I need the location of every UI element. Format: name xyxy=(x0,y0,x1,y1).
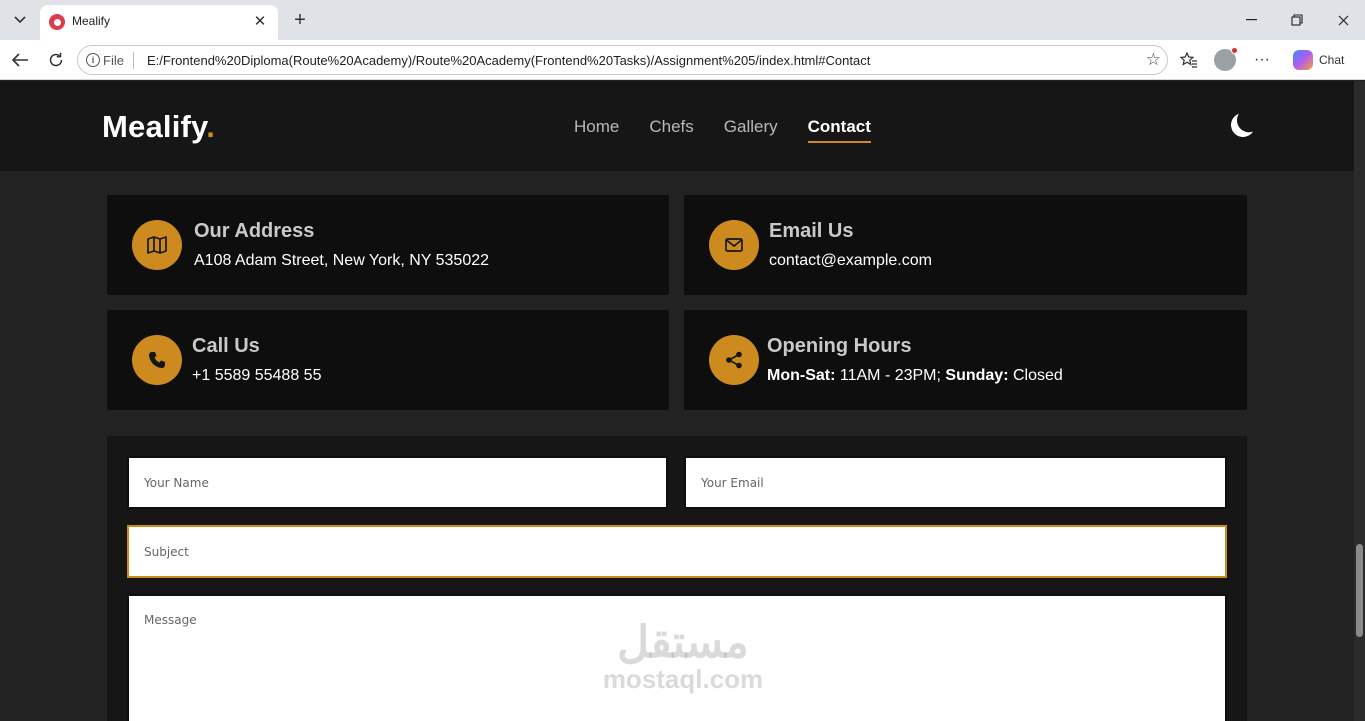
site-header: Mealify. Home Chefs Gallery Contact xyxy=(0,81,1354,171)
browser-tab-bar: Mealify ✕ + xyxy=(0,0,1365,40)
sunday-label: Sunday: xyxy=(945,367,1009,384)
call-card: Call Us +1 5589 55488 55 xyxy=(107,310,669,410)
nav-link-chefs[interactable]: Chefs xyxy=(649,117,693,143)
address-prefix: File xyxy=(103,53,124,68)
site-logo[interactable]: Mealify. xyxy=(102,109,215,145)
map-icon xyxy=(132,220,182,270)
hours-card-text: Mon-Sat: 11AM - 23PM; Sunday: Closed xyxy=(767,367,1063,385)
more-options-icon[interactable]: ··· xyxy=(1250,48,1274,72)
email-input[interactable]: Your Email xyxy=(684,456,1227,509)
page-viewport: Mealify. Home Chefs Gallery Contact Our … xyxy=(0,81,1354,721)
logo-dot: . xyxy=(206,109,216,144)
weekday-label: Mon-Sat: xyxy=(767,367,836,384)
url-text[interactable]: E:/Frontend%20Diploma(Route%20Academy)/R… xyxy=(147,53,870,68)
watermark-latin: mostaql.com xyxy=(602,664,764,694)
new-tab-button[interactable]: + xyxy=(288,8,312,32)
mostaql-watermark: مستقل mostaql.com xyxy=(598,621,768,694)
nav-link-home[interactable]: Home xyxy=(574,117,619,143)
sunday-hours: Closed xyxy=(1008,367,1063,384)
weekday-hours: 11AM - 23PM; xyxy=(835,367,946,384)
share-icon xyxy=(709,335,759,385)
minimize-icon[interactable] xyxy=(1236,6,1266,34)
page-scrollbar[interactable] xyxy=(1354,81,1365,721)
name-placeholder: Your Name xyxy=(144,476,209,490)
address-divider xyxy=(133,52,134,69)
logo-text: Mealify xyxy=(102,109,207,144)
profile-avatar[interactable] xyxy=(1214,47,1238,71)
copilot-icon xyxy=(1293,50,1313,70)
back-arrow-icon[interactable] xyxy=(8,48,32,72)
address-bar[interactable]: i File E:/Frontend%20Diploma(Route%20Aca… xyxy=(77,45,1168,75)
hours-card-title: Opening Hours xyxy=(767,335,912,357)
chat-label: Chat xyxy=(1319,53,1345,67)
scrollbar-thumb[interactable] xyxy=(1356,544,1363,637)
browser-tab[interactable]: Mealify ✕ xyxy=(40,5,278,40)
info-icon[interactable]: i xyxy=(86,53,100,67)
moon-icon[interactable] xyxy=(1228,110,1257,139)
phone-icon xyxy=(132,335,182,385)
subject-placeholder: Subject xyxy=(144,545,189,559)
close-window-icon[interactable] xyxy=(1328,6,1358,34)
email-placeholder: Your Email xyxy=(701,476,764,490)
hours-card: Opening Hours Mon-Sat: 11AM - 23PM; Sund… xyxy=(684,310,1247,410)
tab-title: Mealify xyxy=(72,14,111,28)
restore-icon[interactable] xyxy=(1282,6,1312,34)
close-tab-icon[interactable]: ✕ xyxy=(250,11,270,31)
address-card: Our Address A108 Adam Street, New York, … xyxy=(107,195,669,295)
email-card-title: Email Us xyxy=(769,220,854,242)
main-nav: Home Chefs Gallery Contact xyxy=(574,117,872,143)
mealify-favicon-icon xyxy=(49,14,65,30)
reload-icon[interactable] xyxy=(44,48,68,72)
nav-link-contact[interactable]: Contact xyxy=(807,117,872,143)
favorites-list-icon[interactable] xyxy=(1177,48,1201,72)
subject-input[interactable]: Subject xyxy=(127,525,1227,578)
email-card-text[interactable]: contact@example.com xyxy=(769,252,932,270)
tab-list-button[interactable] xyxy=(6,7,34,33)
address-card-title: Our Address xyxy=(194,220,315,242)
name-input[interactable]: Your Name xyxy=(127,456,668,509)
envelope-icon xyxy=(709,220,759,270)
watermark-arabic: مستقل xyxy=(617,618,749,667)
call-card-text[interactable]: +1 5589 55488 55 xyxy=(192,367,321,385)
browser-toolbar: i File E:/Frontend%20Diploma(Route%20Aca… xyxy=(0,40,1365,80)
message-placeholder: Message xyxy=(144,613,197,627)
chevron-down-icon xyxy=(14,16,26,24)
call-card-title: Call Us xyxy=(192,335,260,357)
copilot-chat-button[interactable]: Chat xyxy=(1289,46,1355,74)
nav-link-gallery[interactable]: Gallery xyxy=(724,117,778,143)
address-card-text: A108 Adam Street, New York, NY 535022 xyxy=(194,252,490,269)
favorite-star-icon[interactable]: ☆ xyxy=(1146,50,1161,70)
email-card: Email Us contact@example.com xyxy=(684,195,1247,295)
